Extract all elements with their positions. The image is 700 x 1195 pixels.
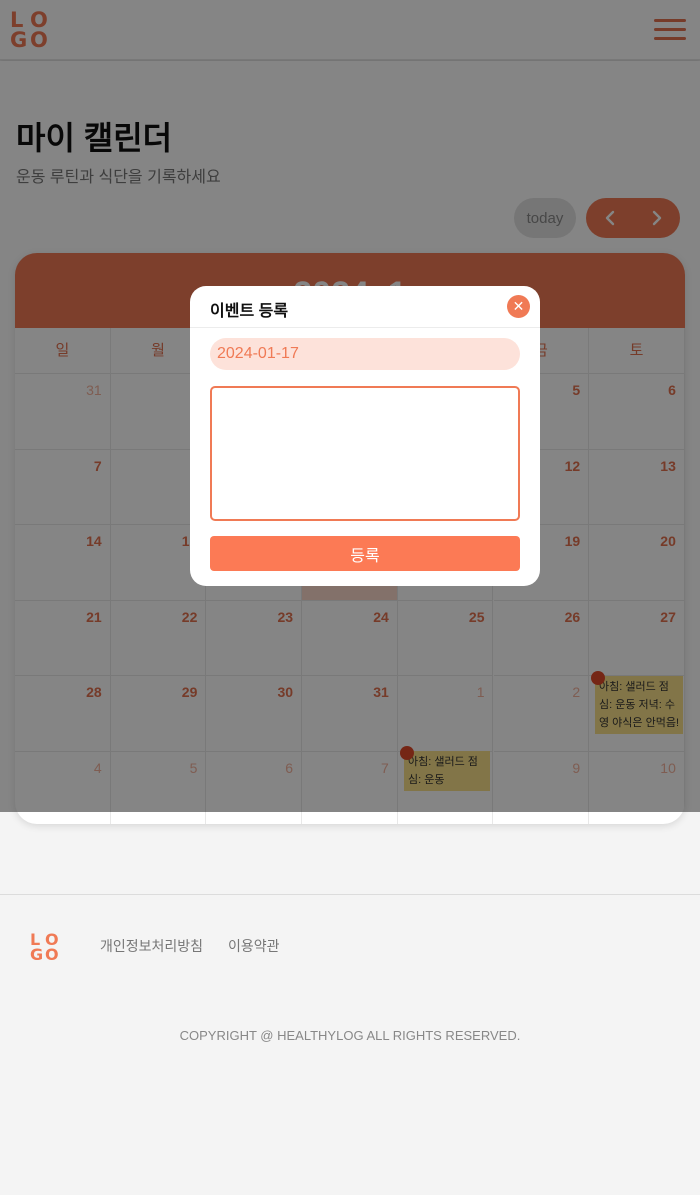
site-footer: L O G O 개인정보처리방침 이용약관 COPYRIGHT @ HEALTH…	[0, 894, 700, 1195]
submit-button[interactable]: 등록	[210, 536, 520, 571]
terms-link[interactable]: 이용약관	[228, 936, 280, 956]
copyright: COPYRIGHT @ HEALTHYLOG ALL RIGHTS RESERV…	[179, 1028, 521, 1043]
event-modal: 이벤트 등록 ✕ 등록	[190, 286, 540, 586]
footer-logo[interactable]: L O G O	[30, 932, 62, 964]
divider	[190, 327, 540, 328]
modal-title: 이벤트 등록	[210, 303, 289, 320]
close-icon[interactable]: ✕	[507, 295, 530, 318]
memo-field[interactable]	[210, 386, 520, 521]
privacy-link[interactable]: 개인정보처리방침	[100, 936, 203, 956]
date-field[interactable]	[210, 338, 520, 370]
logo-letter: G	[30, 945, 43, 964]
logo-letter: O	[45, 945, 59, 964]
